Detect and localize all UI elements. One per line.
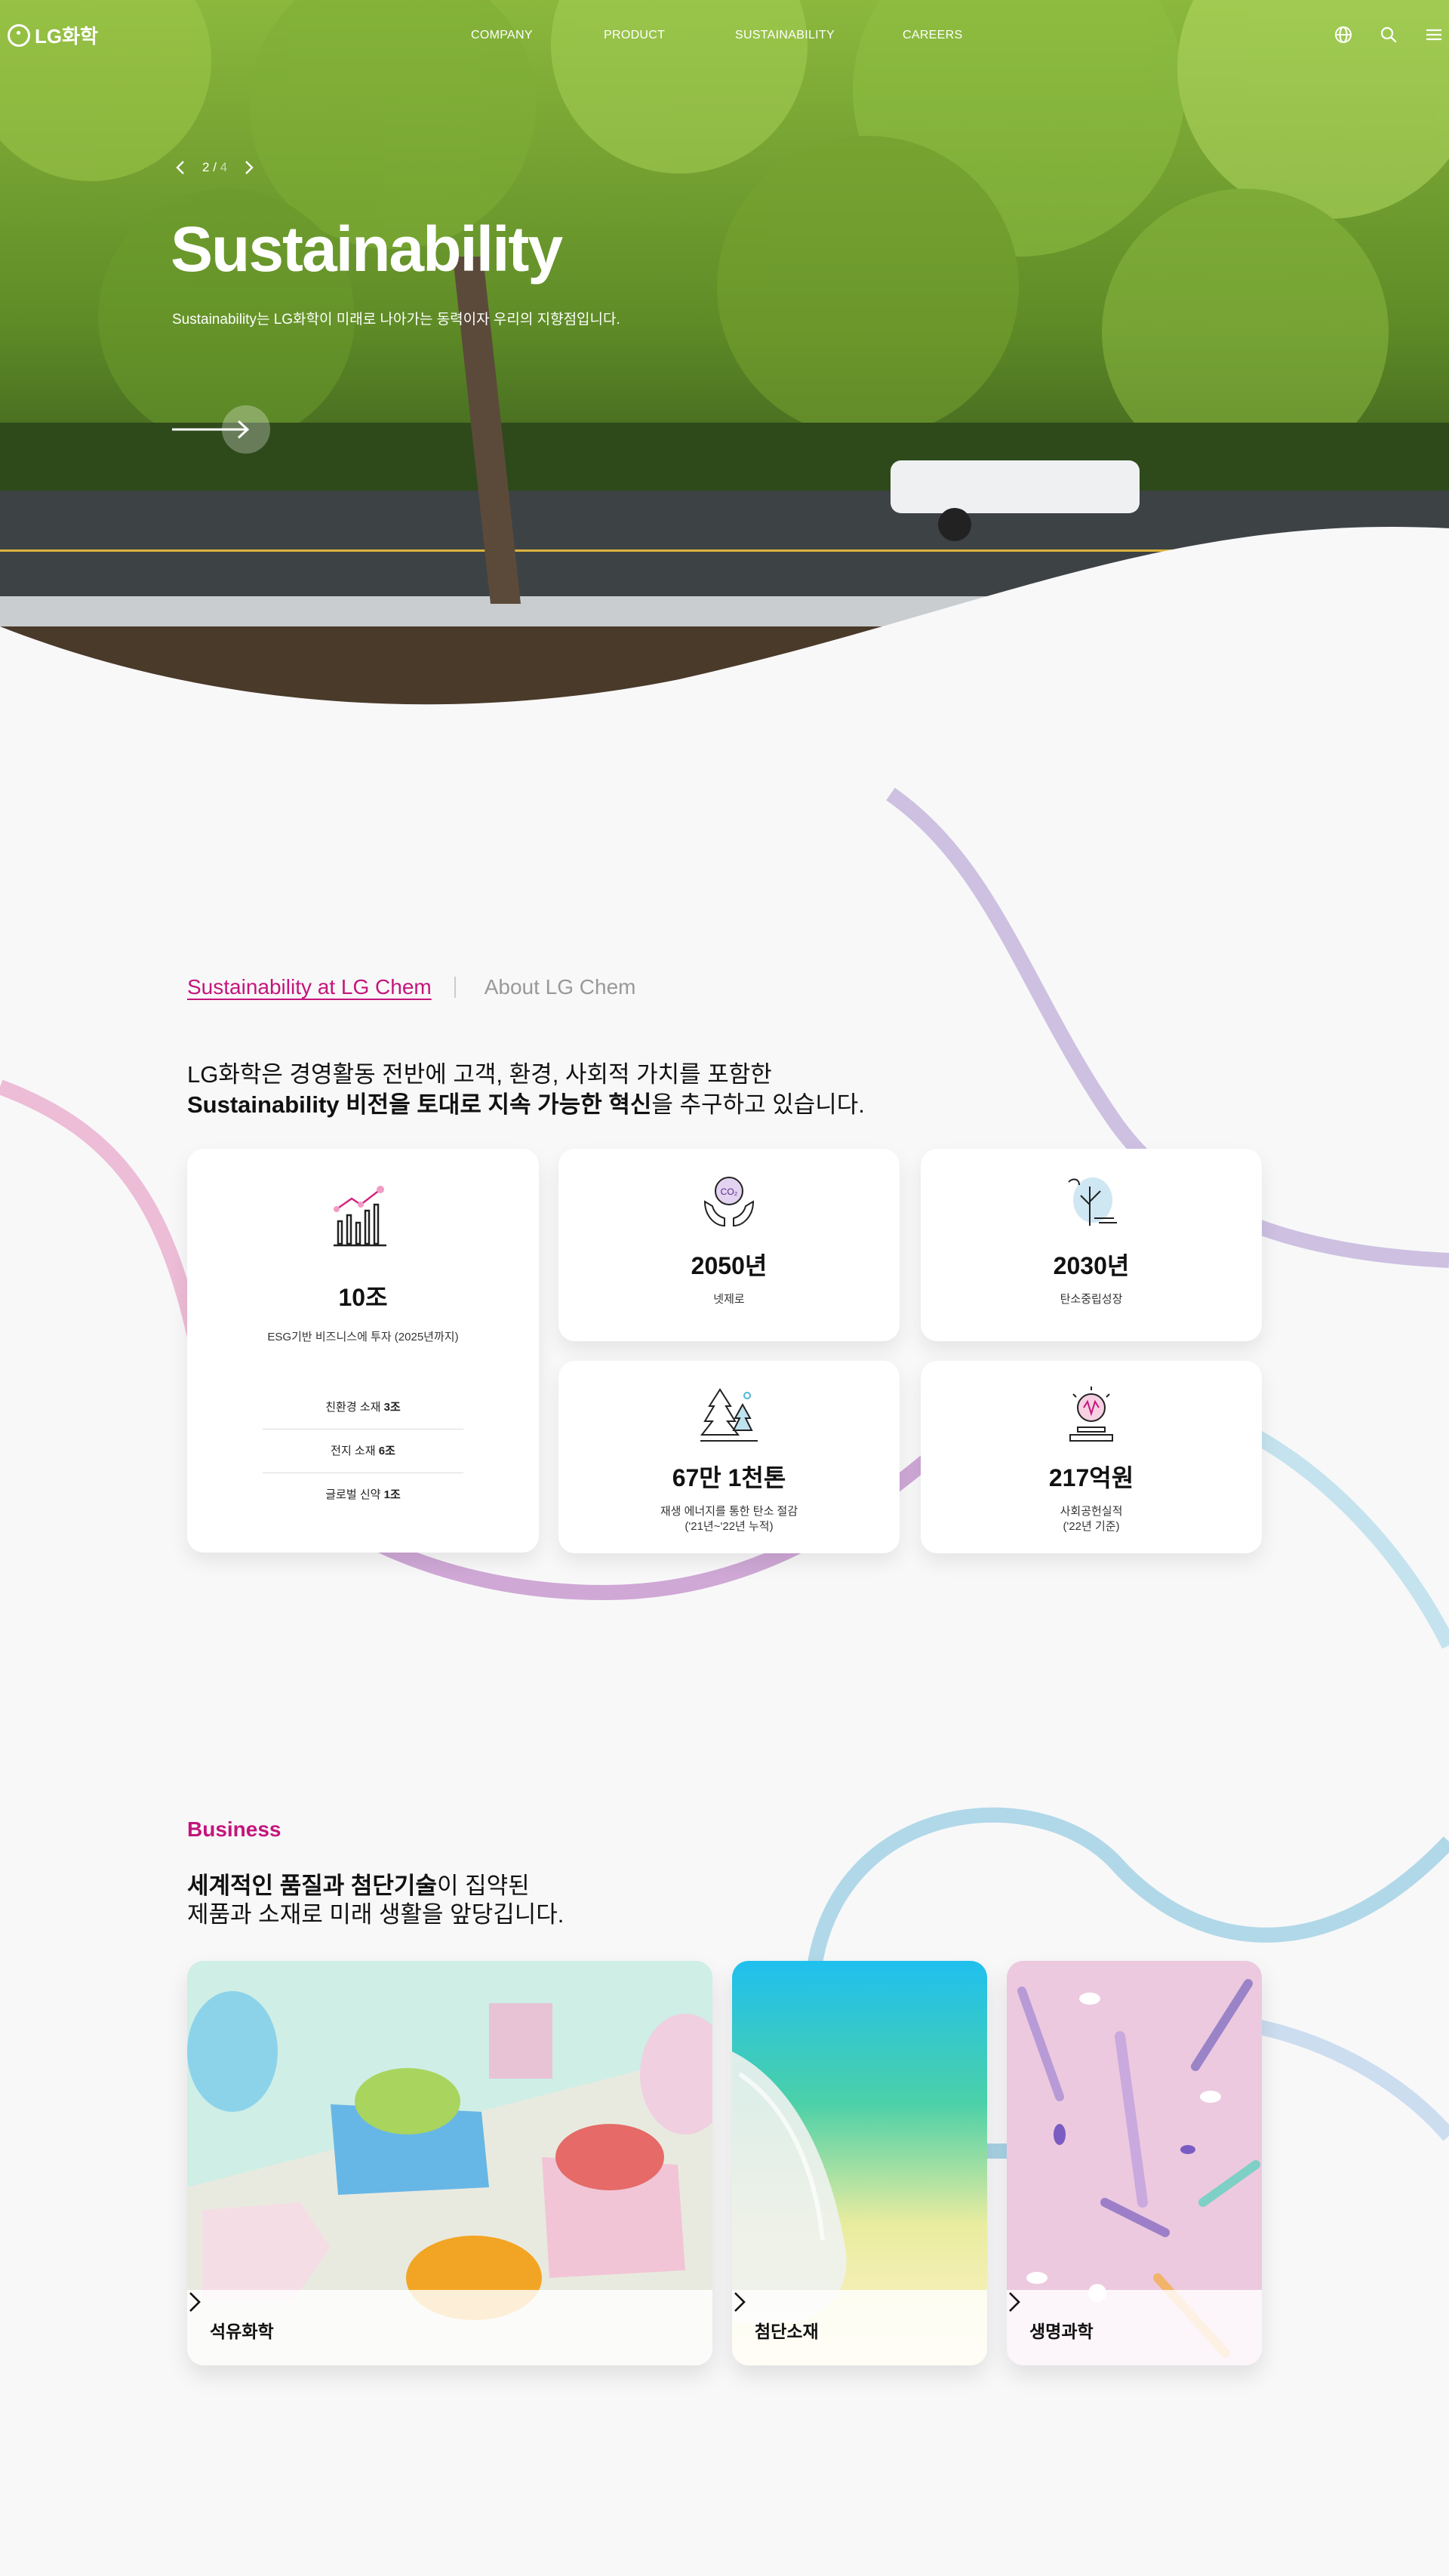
sustainability-lead: LG화학은 경영활동 전반에 고객, 환경, 사회적 가치를 포함한 Susta…: [187, 1060, 865, 1120]
nav-careers[interactable]: CAREERS: [903, 29, 962, 42]
hero-more-arrow-button[interactable]: [172, 405, 272, 454]
business-card-petrochemicals[interactable]: 석유화학: [187, 1961, 712, 2365]
breakdown-label: 친환경 소재: [325, 1401, 381, 1414]
trees-icon: [700, 1388, 758, 1442]
nav-company[interactable]: COMPANY: [471, 29, 533, 42]
global-header: LG화학 COMPANY PRODUCT SUSTAINABILITY CARE…: [0, 0, 1449, 69]
leaf-growth-icon: [1068, 1177, 1117, 1226]
business-lead-line2: 제품과 소재로 미래 생활을 앞당깁니다.: [187, 1901, 565, 1928]
slide-counter: 2 / 4: [202, 160, 227, 175]
breakdown-label: 전지 소재: [331, 1445, 376, 1457]
hero-subtitle: Sustainability는 LG화학이 미래로 나아가는 동력이자 우리의 …: [172, 312, 620, 328]
business-lead-rest: 이 집약된: [436, 1873, 530, 1899]
tab-sustainability[interactable]: Sustainability at LG Chem: [187, 975, 432, 999]
business-card-life-sciences[interactable]: 생명과학: [1007, 1961, 1262, 2365]
social-contribution-label: 사회공헌실적 ('22년 기준): [1060, 1505, 1123, 1533]
co2-hands-icon: CO₂: [703, 1177, 755, 1227]
carbon-reduction-value: 67만 1천톤: [672, 1464, 786, 1491]
donation-globe-icon: [1069, 1386, 1113, 1442]
nav-product[interactable]: PRODUCT: [604, 29, 665, 42]
carbon-neutral-card: 2030년 탄소중립성장: [921, 1149, 1262, 1341]
globe-icon[interactable]: [1334, 26, 1352, 44]
logo-text: LG화학: [35, 25, 98, 48]
nav-sustainability[interactable]: SUSTAINABILITY: [735, 29, 835, 42]
slide-next-icon[interactable]: [244, 160, 254, 175]
slide-total: 4: [220, 160, 228, 174]
chart-growth-icon: [334, 1186, 386, 1247]
slide-separator: /: [213, 160, 217, 174]
carbon-neutral-value: 2030년: [1053, 1252, 1130, 1279]
business-card-name: 생명과학: [1029, 2322, 1094, 2341]
breakdown-amount: 3조: [383, 1401, 401, 1414]
lead-line2-rest: 을 추구하고 있습니다.: [651, 1091, 865, 1118]
lead-line1: LG화학은 경영활동 전반에 고객, 환경, 사회적 가치를 포함한: [187, 1061, 772, 1088]
breakdown-label: 글로벌 신약: [325, 1488, 381, 1501]
svg-text:CO₂: CO₂: [721, 1186, 738, 1197]
hero-slider-controls: 2 / 4: [175, 160, 254, 175]
hero-banner: LG화학 COMPANY PRODUCT SUSTAINABILITY CARE…: [0, 0, 1449, 725]
investment-card: 10조 ESG기반 비즈니스에 투자 (2025년까지) 친환경 소재 3조 전…: [187, 1149, 539, 1553]
netzero-value: 2050년: [691, 1252, 768, 1279]
carbon-reduction-card: 67만 1천톤 재생 에너지를 통한 탄소 절감 ('21년~'22년 누적): [558, 1361, 900, 1553]
breakdown-amount: 1조: [383, 1488, 401, 1501]
business-card-label-bar: 첨단소재: [732, 2290, 987, 2365]
business-card-name: 첨단소재: [755, 2322, 819, 2341]
list-item: 친환경 소재 3조: [263, 1386, 463, 1430]
investment-breakdown-list: 친환경 소재 3조 전지 소재 6조 글로벌 신약 1조: [263, 1386, 463, 1517]
investment-value: 10조: [338, 1284, 388, 1311]
investment-label: ESG기반 비즈니스에 투자 (2025년까지): [267, 1331, 459, 1343]
business-lead-bold: 세계적인 품질과 첨단기술: [187, 1873, 437, 1899]
business-card-label-bar: 석유화학: [187, 2290, 712, 2365]
tab-divider: [454, 977, 456, 998]
tab-about[interactable]: About LG Chem: [485, 975, 636, 999]
slide-current: 2: [202, 160, 210, 174]
menu-icon[interactable]: [1425, 26, 1443, 44]
breakdown-amount: 6조: [378, 1445, 395, 1457]
business-title: Business: [187, 1817, 281, 1841]
hero-wave-mask: [0, 526, 1449, 725]
chevron-right-icon: [189, 2292, 201, 2312]
sustainability-tabs: Sustainability at LG Chem About LG Chem: [187, 975, 636, 999]
search-icon[interactable]: [1380, 26, 1398, 44]
chevron-right-icon: [1009, 2292, 1020, 2312]
business-card-label-bar: 생명과학: [1007, 2290, 1262, 2365]
business-lead: 세계적인 품질과 첨단기술이 집약된 제품과 소재로 미래 생활을 앞당깁니다.: [187, 1872, 564, 1929]
slide-prev-icon[interactable]: [175, 160, 186, 175]
lead-line2-bold: Sustainability 비전을 토대로 지속 가능한 혁신: [187, 1091, 652, 1118]
chevron-right-icon: [734, 2292, 746, 2312]
business-card-advanced-materials[interactable]: 첨단소재: [732, 1961, 987, 2365]
business-card-name: 석유화학: [210, 2322, 274, 2341]
carbon-neutral-label: 탄소중립성장: [1060, 1293, 1123, 1306]
lg-logo-icon: [8, 23, 30, 47]
netzero-label: 넷제로: [713, 1293, 745, 1306]
netzero-card: CO₂ 2050년 넷제로: [558, 1149, 900, 1341]
list-item: 글로벌 신약 1조: [263, 1473, 463, 1517]
carbon-reduction-label: 재생 에너지를 통한 탄소 절감 ('21년~'22년 누적): [660, 1505, 798, 1533]
social-contribution-card: 217억원 사회공헌실적 ('22년 기준): [921, 1361, 1262, 1553]
social-contribution-value: 217억원: [1048, 1464, 1134, 1491]
hero-title: Sustainability: [171, 214, 563, 285]
list-item: 전지 소재 6조: [263, 1430, 463, 1473]
lg-chem-logo[interactable]: LG화학: [8, 21, 98, 49]
